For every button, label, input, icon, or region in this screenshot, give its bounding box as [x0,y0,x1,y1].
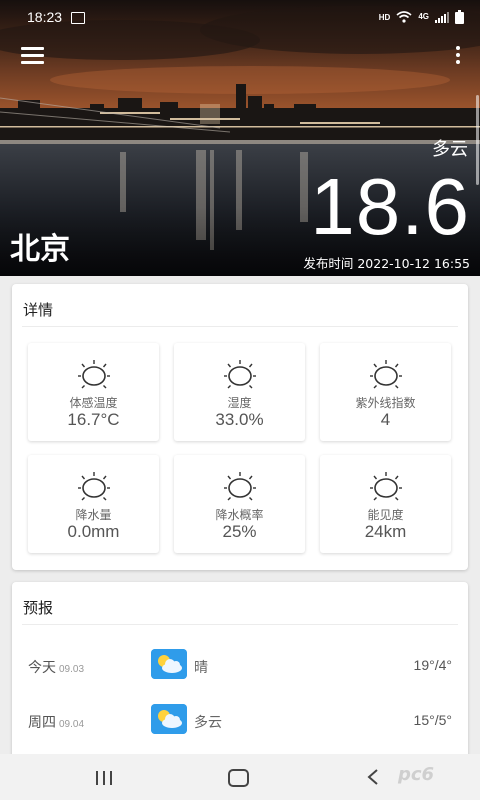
forecast-condition: 多云 [194,715,222,731]
forecast-temp: 15°/5° [413,712,452,728]
forecast-day: 周四 09.04 [28,712,84,732]
scrollbar-thumb[interactable] [476,95,479,185]
forecast-title: 预报 [23,599,54,617]
detail-tile-precipitation[interactable]: 降水量 0.0mm [28,455,159,553]
current-condition: 多云 [432,139,468,160]
forecast-date: 09.03 [59,664,85,675]
divider [22,624,458,625]
details-title: 详情 [23,301,54,319]
detail-label: 能见度 [367,508,404,522]
sun-icon [223,360,256,389]
back-icon[interactable] [366,768,380,786]
sun-icon [223,472,256,501]
current-temperature: 18.6 [310,162,470,251]
detail-value: 16.7°C [67,410,120,429]
detail-value: 25% [222,522,257,541]
detail-label: 紫外线指数 [355,396,416,410]
battery-icon [455,10,464,24]
detail-tile-visibility[interactable]: 能见度 24km [320,455,451,553]
weather-screen: 18:23 HD 4G 多云 18.6 北京 发布时间 2022-10-12 1… [0,0,480,800]
detail-value: 33.0% [215,410,264,429]
signal-icon [435,11,449,23]
detail-value: 24km [364,522,407,541]
detail-value: 0.0mm [67,522,120,541]
forecast-card: 预报 今天 09.03 晴 19°/4° 周四 09.04 多云 15°/5° [12,582,468,782]
detail-value: 4 [380,410,391,429]
detail-tile-uv-index[interactable]: 紫外线指数 4 [320,343,451,441]
sun-icon [77,360,110,389]
detail-label: 降水量 [75,508,112,522]
forecast-day-label: 周四 [28,715,56,731]
forecast-temp: 19°/4° [413,657,452,673]
status-time: 18:23 [27,9,63,25]
detail-tile-feels-like[interactable]: 体感温度 16.7°C [28,343,159,441]
details-card: 详情 体感温度 16.7°C 湿度 33.0% 紫外线指数 4 降水量 0.0m… [12,284,468,570]
menu-icon[interactable] [21,47,45,65]
recent-apps-icon[interactable] [94,771,114,785]
wifi-icon [396,11,412,23]
city-name: 北京 [10,232,70,267]
publish-time: 发布时间 2022-10-12 16:55 [303,256,470,271]
detail-label: 体感温度 [69,396,118,410]
more-vertical-icon[interactable] [454,46,462,66]
partly-cloudy-icon [151,649,187,679]
forecast-condition: 晴 [194,660,208,676]
detail-tile-precip-probability[interactable]: 降水概率 25% [174,455,305,553]
divider [22,326,458,327]
forecast-row[interactable]: 周四 09.04 多云 15°/5° [12,700,468,740]
forecast-day-label: 今天 [28,660,56,676]
hd-indicator: HD [378,12,391,22]
network-type: 4G [418,12,429,21]
sun-icon [369,472,402,501]
forecast-row[interactable]: 今天 09.03 晴 19°/4° [12,645,468,685]
detail-label: 降水概率 [215,508,264,522]
sun-icon [369,360,402,389]
forecast-day: 今天 09.03 [28,657,84,677]
partly-cloudy-icon [151,704,187,734]
sun-icon [77,472,110,501]
status-right: HD 4G [379,10,464,24]
watermark: pc6 [398,764,435,785]
image-icon [71,12,85,24]
status-bar: 18:23 HD 4G [0,0,480,34]
system-nav-bar: pc6 [0,754,480,800]
detail-label: 湿度 [227,396,252,410]
forecast-date: 09.04 [59,719,85,730]
home-icon[interactable] [228,769,249,787]
detail-tile-humidity[interactable]: 湿度 33.0% [174,343,305,441]
